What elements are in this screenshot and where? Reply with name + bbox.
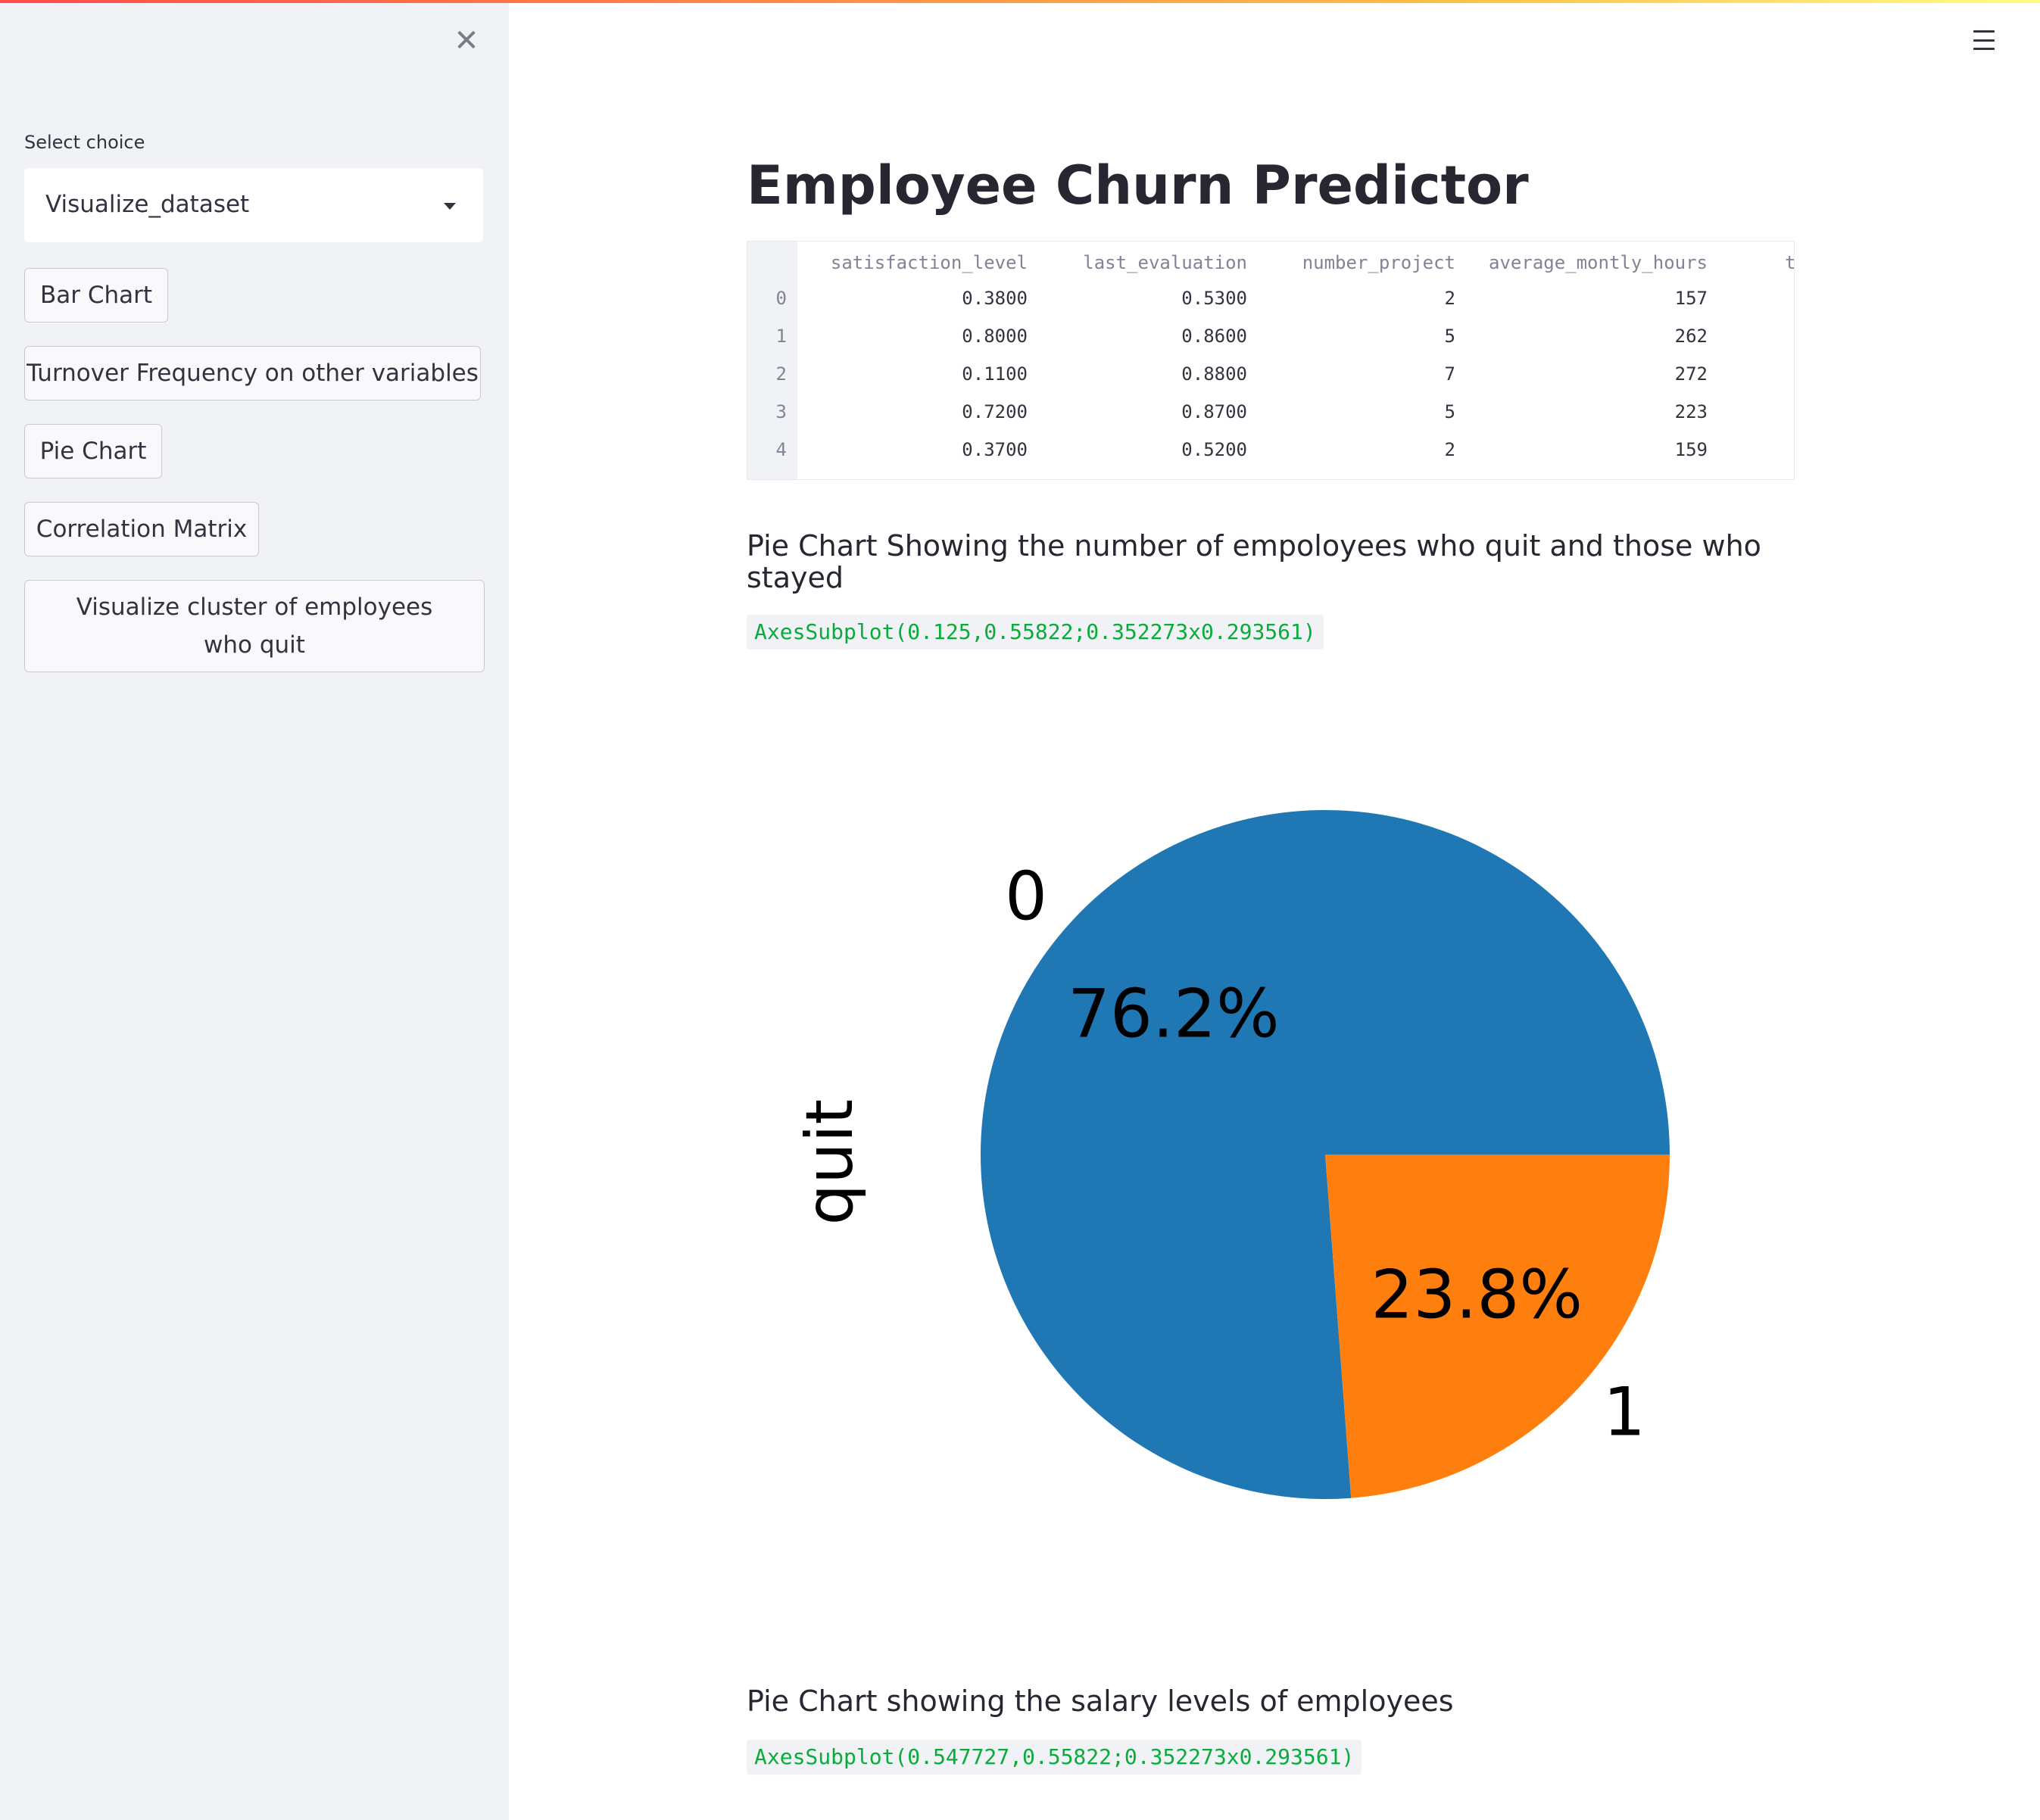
table-cell: 0.3700	[962, 439, 1028, 460]
pie-percent-label: 23.8%	[1371, 1256, 1583, 1334]
column-header[interactable]: last_evaluation	[1035, 242, 1247, 279]
row-index: 4	[775, 439, 787, 460]
bar-chart-button[interactable]: Bar Chart	[24, 268, 168, 323]
pie-category-label: 1	[1603, 1373, 1645, 1451]
table-cell: 5	[1444, 401, 1455, 422]
turnover-frequency-button[interactable]: Turnover Frequency on other variables	[24, 346, 481, 400]
table-cell: 0.8800	[1181, 363, 1247, 385]
table-cell: 157	[1674, 288, 1708, 309]
sidebar: ✕ Select choice Visualize_dataset Bar Ch…	[0, 3, 509, 1820]
table-cell: 0.1100	[962, 363, 1028, 385]
table-cell: 0.5200	[1181, 439, 1247, 460]
table-cell: 0.8600	[1181, 326, 1247, 347]
row-index: 3	[775, 401, 787, 422]
table-cell: 159	[1674, 439, 1708, 460]
visualize-cluster-button[interactable]: Visualize cluster of employees who quit	[24, 580, 485, 672]
axes-subplot-output: AxesSubplot(0.125,0.55822;0.352273x0.293…	[747, 615, 1324, 650]
section-heading-salary-pie: Pie Chart showing the salary levels of e…	[747, 1684, 1454, 1718]
table-cell: 262	[1674, 326, 1708, 347]
page-title: Employee Churn Predictor	[747, 154, 1529, 217]
axes-subplot-output: AxesSubplot(0.547727,0.55822;0.352273x0.…	[747, 1740, 1362, 1775]
table-cell: 0.3800	[962, 288, 1028, 309]
table-cell: 0.8700	[1181, 401, 1247, 422]
column-header[interactable]: t	[1785, 242, 1794, 279]
table-cell: 0.8000	[962, 326, 1028, 347]
table-cell: 5	[1444, 326, 1455, 347]
pie-category-label: 0	[1005, 858, 1047, 936]
table-cell: 0.7200	[962, 401, 1028, 422]
row-index: 1	[775, 326, 787, 347]
chevron-down-icon	[444, 203, 456, 210]
hamburger-menu-icon[interactable]	[1973, 30, 1995, 50]
select-label: Select choice	[24, 132, 145, 153]
row-index: 2	[775, 363, 787, 385]
dataframe-table[interactable]: satisfaction_level last_evaluation numbe…	[747, 241, 1795, 480]
table-cell: 2	[1444, 288, 1455, 309]
table-cell: 2	[1444, 439, 1455, 460]
section-heading-quit-pie: Pie Chart Showing the number of empoloye…	[747, 529, 1761, 594]
y-axis-label: quit	[792, 1099, 868, 1226]
row-index: 0	[775, 288, 787, 309]
quit-pie-chart: 76.2% 0 23.8% 1 quit	[792, 810, 1670, 1499]
table-cell: 272	[1674, 363, 1708, 385]
table-cell: 0.5300	[1181, 288, 1247, 309]
close-icon[interactable]: ✕	[451, 26, 482, 56]
select-value: Visualize_dataset	[45, 191, 250, 218]
table-cell: 7	[1444, 363, 1455, 385]
pie-chart-button[interactable]: Pie Chart	[24, 424, 162, 478]
choice-select[interactable]: Visualize_dataset	[24, 168, 483, 242]
column-header[interactable]: average_montly_hours	[1467, 242, 1708, 279]
column-header[interactable]: satisfaction_level	[800, 242, 1028, 279]
table-cell: 223	[1674, 401, 1708, 422]
correlation-matrix-button[interactable]: Correlation Matrix	[24, 502, 259, 556]
pie-percent-label: 76.2%	[1068, 974, 1280, 1052]
column-header[interactable]: number_project	[1255, 242, 1455, 279]
